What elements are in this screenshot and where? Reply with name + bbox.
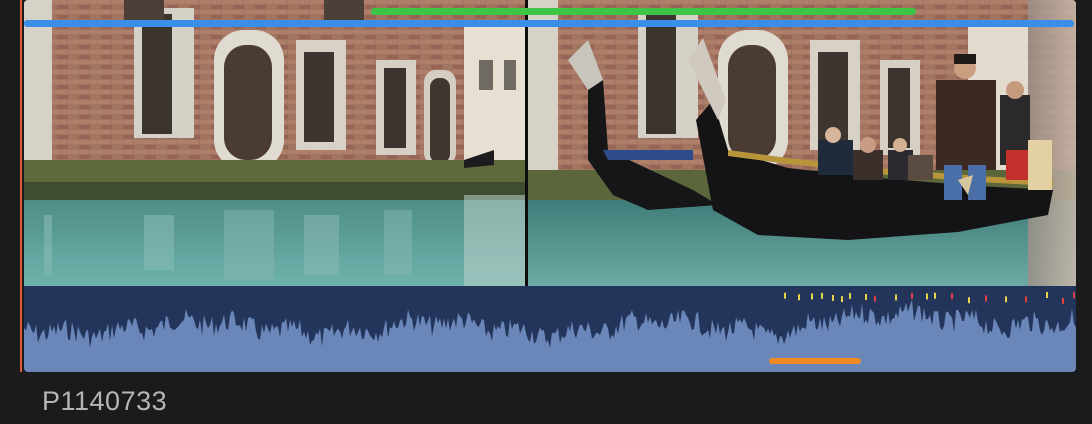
- timeline-area: P1140733: [0, 0, 1092, 424]
- keyword-marker[interactable]: [769, 358, 861, 364]
- audio-waveform: [24, 286, 1076, 372]
- video-clip[interactable]: [24, 0, 1076, 372]
- playhead[interactable]: [20, 0, 22, 372]
- range-selection-bar[interactable]: [24, 20, 1074, 27]
- filmstrip: [24, 0, 1076, 286]
- filmstrip-frame-2: [528, 0, 1076, 286]
- favorite-marker[interactable]: [371, 8, 916, 15]
- clip-name-label: P1140733: [42, 386, 168, 416]
- filmstrip-frame-1: [24, 0, 525, 286]
